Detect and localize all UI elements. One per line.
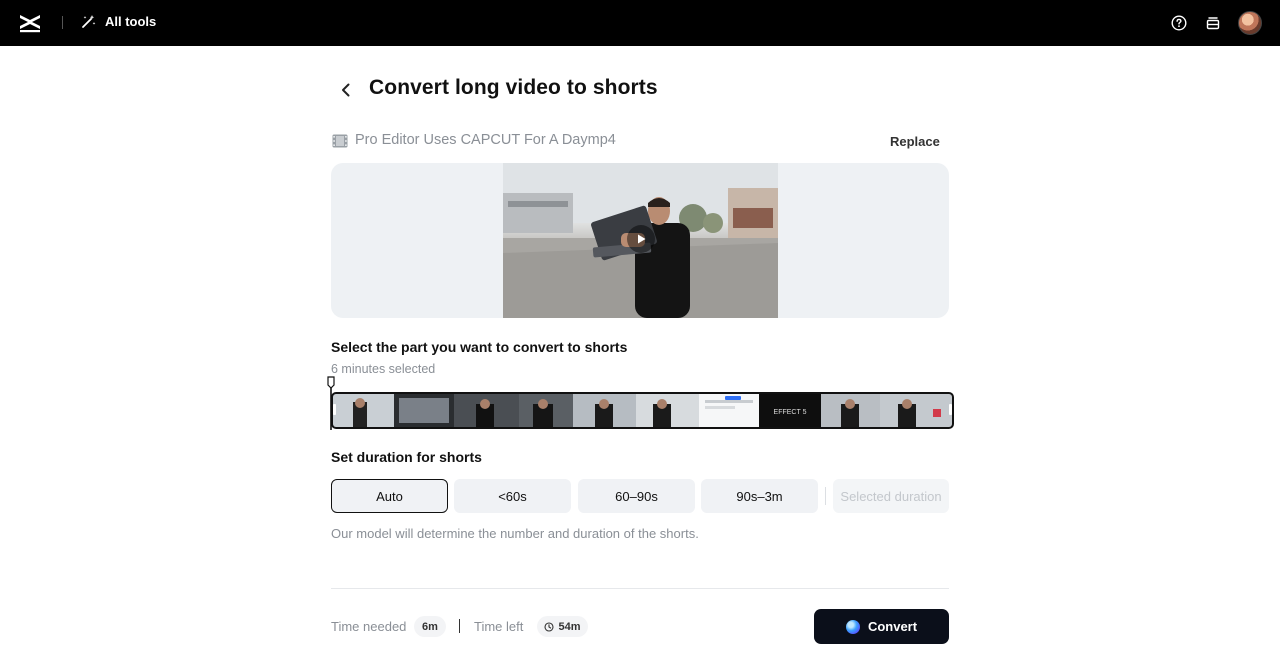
user-avatar[interactable] [1238, 11, 1262, 35]
selected-duration-text: 6 minutes selected [331, 362, 436, 376]
time-left-label: Time left [474, 619, 524, 634]
trim-handle-right[interactable] [949, 404, 952, 415]
top-bar: All tools [0, 0, 1280, 46]
convert-button[interactable]: Convert [814, 609, 949, 644]
trim-handle-left[interactable] [333, 404, 336, 415]
all-tools-button[interactable]: All tools [81, 13, 156, 29]
video-timeline[interactable]: EFFECT 5 [331, 392, 954, 429]
video-preview-panel [331, 163, 949, 318]
ai-orb-icon [845, 619, 860, 634]
duration-60-90s-button[interactable]: 60–90s [578, 479, 695, 513]
file-name: Pro Editor Uses CAPCUT For A Daymp4 [355, 132, 616, 148]
divider [331, 588, 949, 589]
time-needed-label: Time needed [331, 619, 407, 634]
select-part-title: Select the part you want to convert to s… [331, 339, 628, 355]
selected-duration-button[interactable]: Selected duration [833, 479, 949, 513]
time-left-value: 54m [558, 620, 581, 633]
duration-under-60s-button[interactable]: <60s [454, 479, 571, 513]
duration-auto-button[interactable]: Auto [331, 479, 448, 513]
magic-wand-icon [82, 15, 96, 28]
page-title: Convert long video to shorts [369, 76, 658, 99]
replace-button[interactable]: Replace [890, 134, 940, 149]
footer-divider [459, 619, 460, 633]
duration-90s-3m-button[interactable]: 90s–3m [701, 479, 818, 513]
help-icon[interactable] [1170, 14, 1188, 32]
film-icon [332, 134, 348, 148]
play-icon [638, 234, 646, 244]
duration-options: Auto <60s 60–90s 90s–3m Selected duratio… [331, 479, 949, 513]
back-arrow-icon[interactable] [336, 80, 356, 100]
video-preview[interactable] [503, 163, 778, 318]
capcut-logo[interactable] [18, 12, 42, 34]
thumbnail-caption: EFFECT 5 [774, 409, 807, 416]
all-tools-label: All tools [105, 13, 157, 29]
clock-icon [544, 621, 555, 632]
time-left-badge: 54m [537, 616, 588, 637]
time-needed-badge: 6m [414, 616, 446, 637]
convert-label: Convert [867, 619, 918, 634]
timeline-thumbnails: EFFECT 5 [333, 394, 952, 427]
duration-hint: Our model will determine the number and … [331, 526, 699, 541]
playhead-handle[interactable] [327, 376, 335, 430]
duration-divider [825, 487, 826, 505]
topbar-divider [62, 16, 63, 29]
duration-title: Set duration for shorts [331, 449, 482, 465]
time-needed-value: 6m [422, 620, 438, 633]
play-button[interactable] [627, 225, 655, 253]
topbar-actions [1170, 11, 1262, 35]
inbox-stack-icon[interactable] [1204, 14, 1222, 32]
